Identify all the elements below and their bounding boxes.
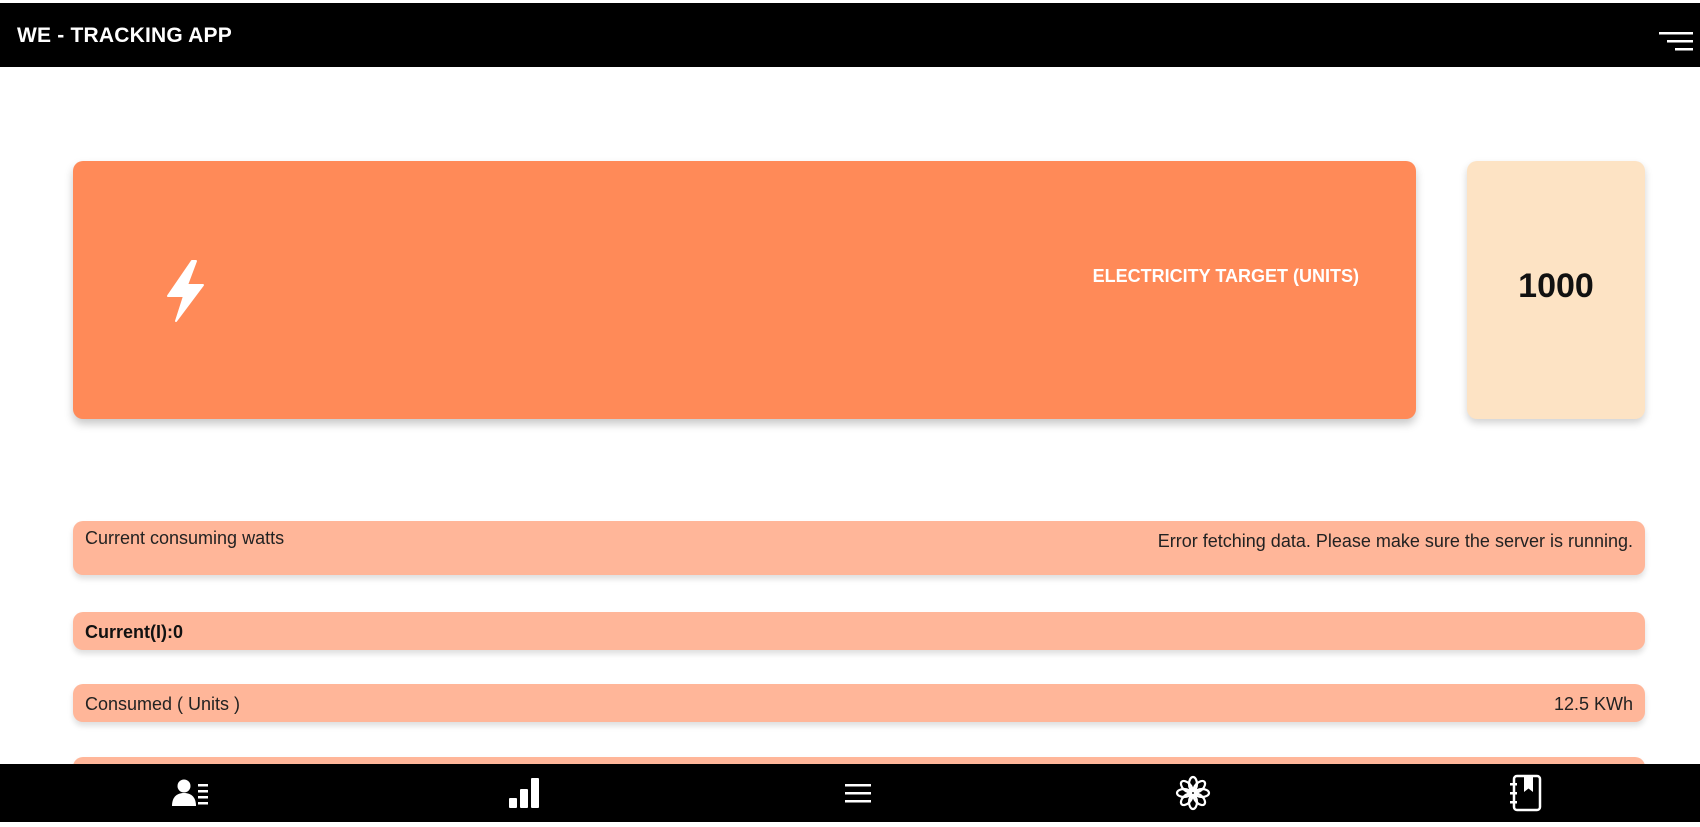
electricity-target-label: ELECTRICITY TARGET (UNITS) [1092,266,1359,286]
nav-profile-button[interactable] [151,764,231,822]
nav-menu-button[interactable] [818,764,898,822]
flower-icon [1175,775,1211,811]
profile-list-icon [172,779,208,806]
notebook-bookmark-icon [1510,774,1542,812]
current-reading-row: Current(I):0 [73,612,1645,650]
electricity-target-card [73,161,1416,419]
menu-button[interactable] [1656,29,1696,57]
current-reading-label: Current(I):0 [85,622,183,642]
electricity-target-value-card: 1000 [1467,161,1645,419]
app-screen: WE - TRACKING APP ELECTRICITY TARGET (UN… [0,0,1700,827]
top-app-bar: WE - TRACKING APP [0,3,1700,67]
consumed-units-label: Consumed ( Units ) [85,694,241,714]
current-watts-row: Current consuming watts Error fetching d… [73,521,1645,575]
electricity-target-value: 1000 [1518,267,1594,305]
nav-stats-button[interactable] [484,764,564,822]
bottom-nav-bar [0,764,1700,822]
bottom-strip [0,822,1700,827]
current-watts-label: Current consuming watts [85,528,285,548]
app-title: WE - TRACKING APP [17,24,232,47]
bar-chart-icon [509,778,539,808]
current-watts-value: Error fetching data. Please make sure th… [1157,531,1633,551]
menu-icon [845,784,871,803]
consumed-units-value: 12.5 KWh [1553,694,1633,714]
menu-lines-icon [1659,32,1693,51]
nav-flower-button[interactable] [1153,764,1233,822]
lightning-bolt-icon [167,260,204,322]
consumed-units-row: Consumed ( Units ) 12.5 KWh [73,684,1645,722]
nav-notebook-button[interactable] [1486,764,1566,822]
